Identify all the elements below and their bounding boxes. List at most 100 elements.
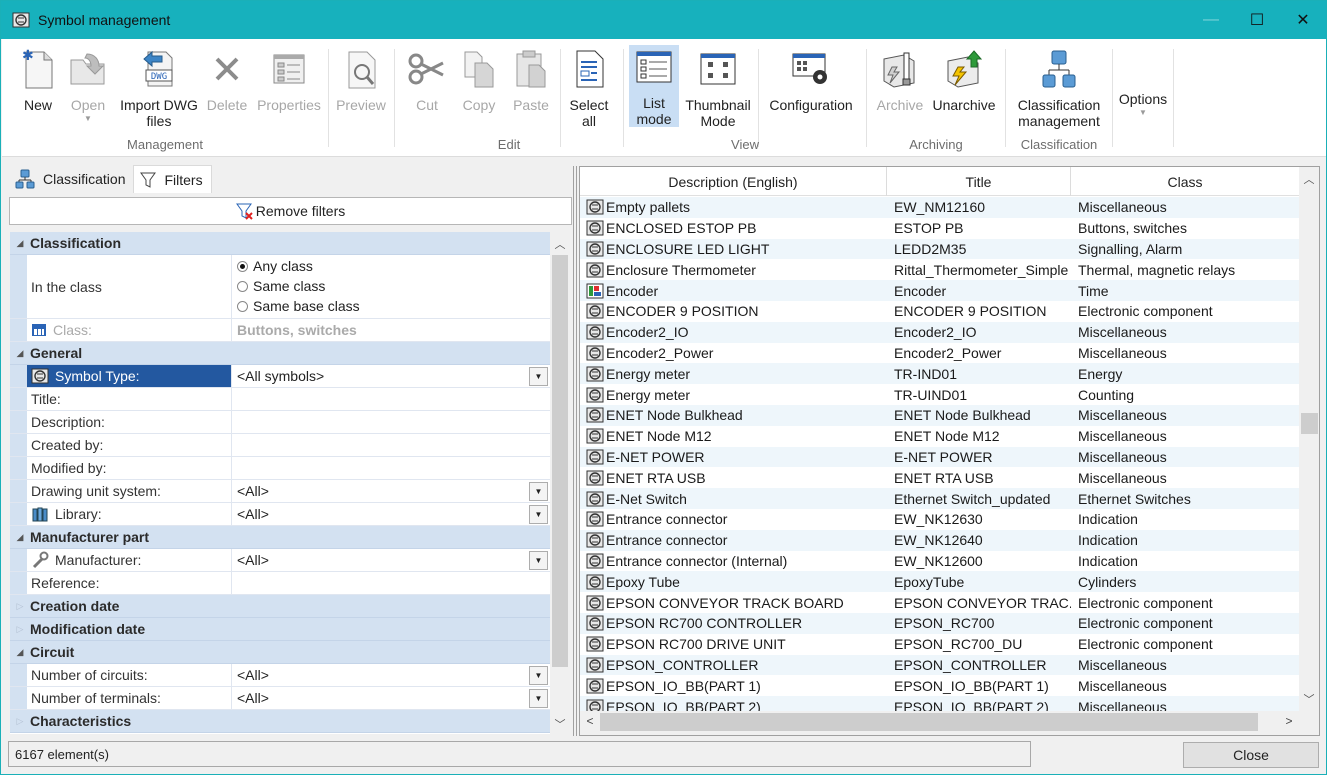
unarchive-button[interactable]: Unarchive xyxy=(929,47,999,113)
scrollbar-thumb[interactable] xyxy=(1301,413,1318,434)
radio-any-class[interactable]: Any class xyxy=(237,257,360,276)
list-row[interactable]: ENET Node Bulkhead ENET Node Bulkhead Misc… xyxy=(580,404,1299,426)
dropdown-arrow-icon[interactable]: ▼ xyxy=(529,551,548,570)
scrollbar-thumb[interactable] xyxy=(552,255,568,667)
section-circuit[interactable]: ◢ Circuit xyxy=(10,641,550,664)
collapse-arrow-icon[interactable]: ◢ xyxy=(10,238,30,249)
list-row[interactable]: Energy meter TR-UIND01 Counting xyxy=(580,384,1299,405)
column-header-class[interactable]: Class xyxy=(1071,167,1299,196)
list-row[interactable]: EPSON_IO_BB(PART 1) EPSON_IO_BB(PART 1) Mi… xyxy=(580,675,1299,696)
manufacturer-select[interactable]: <All> ▼ xyxy=(232,549,550,571)
drawing-unit-system-select[interactable]: <All> ▼ xyxy=(232,480,550,502)
delete-button[interactable]: Delete xyxy=(205,47,249,113)
number-of-circuits-select[interactable]: <All> ▼ xyxy=(232,664,550,686)
close-button[interactable]: Close xyxy=(1183,742,1319,768)
list-row[interactable]: EPSON RC700 DRIVE UNIT EPSON_RC700_DU Elec… xyxy=(580,634,1299,655)
section-general[interactable]: ◢ General xyxy=(10,342,550,365)
list-vertical-scrollbar[interactable]: ︿ ﹀ xyxy=(1299,167,1319,711)
list-row[interactable]: Entrance connector EW_NK12640 Indication xyxy=(580,529,1299,551)
list-row[interactable]: EPSON_IO_BB(PART 2) EPSON_IO_BB(PART 2) Mi… xyxy=(580,696,1299,711)
dropdown-arrow-icon[interactable]: ▼ xyxy=(529,505,548,524)
list-row[interactable]: ENET Node M12 ENET Node M12 Miscellaneous xyxy=(580,426,1299,447)
list-row[interactable]: Empty pallets EW_NM12160 Miscellaneous xyxy=(580,197,1299,218)
column-header-title[interactable]: Title xyxy=(887,167,1071,196)
list-row[interactable]: Energy meter TR-IND01 Energy xyxy=(580,363,1299,385)
modified-by-input[interactable] xyxy=(232,457,550,479)
collapse-arrow-icon[interactable]: ◢ xyxy=(10,532,30,543)
collapse-arrow-icon[interactable]: ◢ xyxy=(10,348,30,359)
dropdown-arrow-icon[interactable]: ▼ xyxy=(529,482,548,501)
list-row[interactable]: EPSON RC700 CONTROLLER EPSON_RC700 Electro… xyxy=(580,612,1299,634)
open-dropdown-caret[interactable]: ▼ xyxy=(84,115,92,123)
maximize-button[interactable]: ☐ xyxy=(1234,1,1280,39)
section-characteristics[interactable]: ▷ Characteristics xyxy=(10,710,550,733)
import-dwg-button[interactable]: DWG Import DWG files xyxy=(116,47,202,129)
list-row[interactable]: ENCLOSURE LED LIGHT LEDD2M35 Signalling, A… xyxy=(580,238,1299,260)
symbol-type-select[interactable]: <All symbols> ▼ xyxy=(232,365,550,387)
thumbnail-mode-button[interactable]: Thumbnail Mode xyxy=(682,47,754,129)
expand-arrow-icon[interactable]: ▷ xyxy=(10,624,30,635)
list-mode-button[interactable]: List mode xyxy=(629,45,679,127)
preview-button[interactable]: Preview xyxy=(333,47,389,113)
select-all-button[interactable]: Select all xyxy=(565,47,613,129)
list-row[interactable]: E-NET POWER E-NET POWER Miscellaneous xyxy=(580,446,1299,468)
dropdown-arrow-icon[interactable]: ▼ xyxy=(529,367,548,386)
list-row[interactable]: ENET RTA USB ENET RTA USB Miscellaneous xyxy=(580,467,1299,488)
new-button[interactable]: ✱ New xyxy=(14,47,62,113)
list-row[interactable]: Epoxy Tube EpoxyTube Cylinders xyxy=(580,571,1299,593)
filters-vertical-scrollbar[interactable]: ︿ ﹀ xyxy=(551,232,569,734)
list-row[interactable]: Entrance connector (Internal) EW_NK12600 I… xyxy=(580,551,1299,572)
radio-same-base-class[interactable]: Same base class xyxy=(237,297,360,316)
list-row[interactable]: EPSON CONVEYOR TRACK BOARD EPSON CONVEYOR… xyxy=(580,592,1299,613)
options-dropdown-caret[interactable]: ▼ xyxy=(1139,109,1147,117)
minimize-button[interactable]: — xyxy=(1188,1,1234,39)
section-classification[interactable]: ◢ Classification xyxy=(10,232,550,255)
collapse-arrow-icon[interactable]: ◢ xyxy=(10,647,30,658)
properties-button[interactable]: Properties xyxy=(254,47,324,113)
created-by-input[interactable] xyxy=(232,434,550,456)
list-row[interactable]: EPSON_CONTROLLER EPSON_CONTROLLER Miscella… xyxy=(580,654,1299,676)
paste-button[interactable]: Paste xyxy=(509,47,553,113)
list-row[interactable]: ENCLOSED ESTOP PB ESTOP PB Buttons, switch… xyxy=(580,218,1299,239)
list-horizontal-scrollbar[interactable]: < > xyxy=(580,711,1299,735)
scroll-right-arrow-icon[interactable]: > xyxy=(1281,714,1297,728)
title-input[interactable] xyxy=(232,388,550,410)
description-input[interactable] xyxy=(232,411,550,433)
tab-filters[interactable]: Filters xyxy=(133,165,212,193)
list-row[interactable]: Enclosure Thermometer Rittal_Thermometer_… xyxy=(580,259,1299,280)
library-select[interactable]: <All> ▼ xyxy=(232,503,550,525)
list-row[interactable]: Encoder Encoder Time xyxy=(580,280,1299,301)
number-of-terminals-select[interactable]: <All> ▼ xyxy=(232,687,550,709)
radio-same-class[interactable]: Same class xyxy=(237,277,360,296)
scroll-down-arrow-icon[interactable]: ﹀ xyxy=(551,716,569,732)
column-header-description[interactable]: Description (English) xyxy=(580,167,887,196)
scroll-up-arrow-icon[interactable]: ︿ xyxy=(551,236,569,252)
list-row[interactable]: Encoder2_Power Encoder2_Power Miscellaneou… xyxy=(580,343,1299,364)
list-row[interactable]: E-Net Switch Ethernet Switch_updated Ether… xyxy=(580,488,1299,509)
section-creation-date[interactable]: ▷ Creation date xyxy=(10,595,550,618)
scroll-left-arrow-icon[interactable]: < xyxy=(582,714,598,728)
archive-button[interactable]: Archive xyxy=(873,47,927,113)
options-button[interactable]: Options ▼ xyxy=(1115,91,1171,117)
dropdown-arrow-icon[interactable]: ▼ xyxy=(529,666,548,685)
scroll-up-arrow-icon[interactable]: ︿ xyxy=(1299,171,1319,187)
scrollbar-thumb[interactable] xyxy=(600,713,1258,731)
section-manufacturer-part[interactable]: ◢ Manufacturer part xyxy=(10,526,550,549)
pane-splitter[interactable] xyxy=(572,166,578,736)
list-row[interactable]: ENCODER 9 POSITION ENCODER 9 POSITION Elec… xyxy=(580,301,1299,322)
open-button[interactable]: Open ▼ xyxy=(64,47,112,123)
tab-classification[interactable]: Classification xyxy=(9,165,133,193)
scroll-down-arrow-icon[interactable]: ﹀ xyxy=(1299,691,1319,707)
classification-management-button[interactable]: Classification management xyxy=(1010,47,1108,129)
remove-filters-button[interactable]: Remove filters xyxy=(9,197,572,225)
expand-arrow-icon[interactable]: ▷ xyxy=(10,601,30,612)
cut-button[interactable]: Cut xyxy=(405,47,449,113)
section-modification-date[interactable]: ▷ Modification date xyxy=(10,618,550,641)
copy-button[interactable]: Copy xyxy=(457,47,501,113)
dropdown-arrow-icon[interactable]: ▼ xyxy=(529,689,548,708)
list-row[interactable]: Entrance connector EW_NK12630 Indication xyxy=(580,509,1299,530)
reference-input[interactable] xyxy=(232,572,550,594)
close-window-button[interactable]: ✕ xyxy=(1280,1,1326,39)
configuration-button[interactable]: Configuration xyxy=(762,47,860,113)
list-row[interactable]: Encoder2_IO Encoder2_IO Miscellaneous xyxy=(580,321,1299,343)
